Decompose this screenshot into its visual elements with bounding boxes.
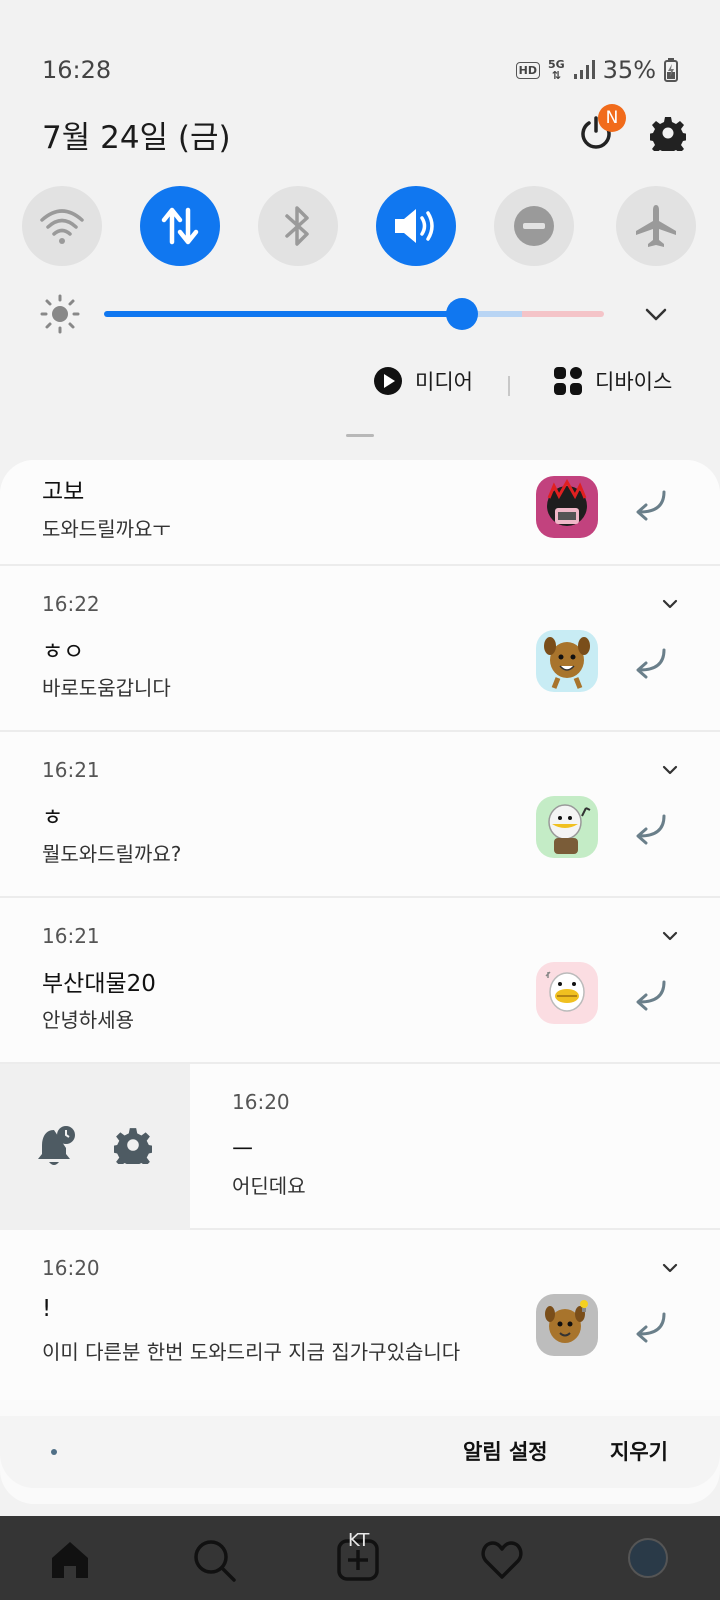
media-label: 미디어 bbox=[415, 370, 473, 394]
devices-button[interactable]: 디바이스 bbox=[553, 366, 672, 396]
notification-body: 도와드릴까요ㅜ bbox=[42, 517, 171, 541]
clear-all-button[interactable]: 지우기 bbox=[610, 1436, 668, 1466]
brightness-slider[interactable] bbox=[38, 292, 682, 336]
avatar bbox=[536, 1294, 598, 1356]
notification-body: 안녕하세용 bbox=[42, 1008, 134, 1032]
wifi-toggle[interactable] bbox=[22, 186, 102, 266]
expand-chevron-icon[interactable] bbox=[660, 1258, 680, 1278]
expand-chevron-icon[interactable] bbox=[660, 594, 680, 614]
search-icon[interactable] bbox=[192, 1538, 236, 1582]
notification-item[interactable]: 고보 도와드릴까요ㅜ bbox=[0, 460, 720, 566]
notification-time: 16:22 bbox=[42, 592, 100, 616]
mobile-data-toggle[interactable] bbox=[140, 186, 220, 266]
notification-body: 이미 다른분 한번 도와드리구 지금 집가구있습니다 bbox=[42, 1340, 461, 1364]
notification-body: 어딘데요 bbox=[232, 1174, 306, 1198]
brightness-track-filled bbox=[104, 311, 462, 317]
notification-actions-bar: 알림 설정 지우기 bbox=[0, 1416, 720, 1488]
notification-title: ㅎㅇ bbox=[42, 639, 85, 665]
brightness-track-high bbox=[522, 311, 604, 317]
battery-percent: 35% bbox=[602, 56, 656, 84]
notification-item[interactable]: 16:20 ! 이미 다른분 한번 도와드리구 지금 집가구있습니다 bbox=[0, 1230, 720, 1400]
hd-voice-icon: HD bbox=[515, 61, 540, 79]
notification-title: ! bbox=[42, 1296, 52, 1322]
notification-title: 부산대물20 bbox=[42, 971, 156, 997]
notification-item[interactable]: 16:21 부산대물20 안녕하세용 bbox=[0, 898, 720, 1064]
do-not-disturb-icon bbox=[514, 206, 554, 246]
expand-chevron-icon[interactable] bbox=[660, 760, 680, 780]
devices-grid-icon bbox=[554, 367, 582, 395]
heart-icon[interactable] bbox=[480, 1538, 524, 1582]
notification-time: 16:20 bbox=[42, 1256, 100, 1280]
wifi-icon bbox=[40, 209, 84, 244]
media-button[interactable]: 미디어 bbox=[373, 366, 473, 396]
settings-gear-icon[interactable] bbox=[650, 115, 686, 151]
status-time: 16:28 bbox=[42, 56, 112, 84]
devices-label: 디바이스 bbox=[595, 370, 673, 394]
profile-avatar[interactable] bbox=[628, 1538, 668, 1578]
divider bbox=[508, 376, 510, 396]
notification-title: 고보 bbox=[42, 479, 85, 505]
play-icon bbox=[374, 367, 402, 395]
bluetooth-icon bbox=[285, 206, 309, 246]
notification-item[interactable]: 16:20 ㅡ 어딘데요 bbox=[190, 1064, 720, 1230]
status-bar: 16:28 HD 5G ⇅ 35% bbox=[0, 50, 720, 90]
sound-toggle[interactable] bbox=[376, 186, 456, 266]
notification-body: 뭘도와드릴까요? bbox=[42, 842, 182, 866]
notification-swipe-actions bbox=[0, 1064, 190, 1230]
notification-settings-gear-icon[interactable] bbox=[114, 1126, 152, 1164]
brightness-sun-icon bbox=[40, 294, 80, 334]
home-icon[interactable] bbox=[48, 1538, 92, 1582]
notification-time: 16:20 bbox=[232, 1090, 290, 1114]
avatar bbox=[536, 796, 598, 858]
do-not-disturb-toggle[interactable] bbox=[494, 186, 574, 266]
notification-body: 바로도움갑니다 bbox=[42, 676, 171, 700]
snooze-bell-icon[interactable] bbox=[36, 1124, 76, 1168]
reply-icon[interactable] bbox=[630, 810, 670, 850]
avatar bbox=[536, 962, 598, 1024]
mobile-data-icon bbox=[161, 207, 199, 245]
date-label: 7월 24일 (금) bbox=[42, 120, 231, 156]
notification-time: 16:21 bbox=[42, 924, 100, 948]
new-badge: N bbox=[598, 104, 626, 132]
sound-icon bbox=[395, 209, 434, 243]
notification-settings-button[interactable]: 알림 설정 bbox=[463, 1436, 548, 1466]
notification-time: 16:21 bbox=[42, 758, 100, 782]
notification-item[interactable]: 16:21 ㅎ 뭘도와드릴까요? bbox=[0, 732, 720, 898]
status-icons: HD 5G ⇅ 35% bbox=[515, 56, 678, 84]
app-bottom-nav bbox=[0, 1516, 720, 1600]
reply-icon[interactable] bbox=[630, 486, 670, 526]
carrier-label: KT bbox=[348, 1530, 370, 1551]
battery-charging-icon bbox=[664, 58, 678, 82]
notification-panel: 고보 도와드릴까요ㅜ 16:22 ㅎㅇ 바로도움갑니다 16:21 ㅎ 뭘도와드… bbox=[0, 460, 720, 1504]
airplane-mode-icon bbox=[636, 205, 676, 247]
reply-icon[interactable] bbox=[630, 1308, 670, 1348]
chevron-down-icon[interactable] bbox=[644, 302, 668, 326]
notification-item[interactable]: 16:22 ㅎㅇ 바로도움갑니다 bbox=[0, 566, 720, 732]
network-5g-icon: 5G ⇅ bbox=[547, 58, 565, 82]
quick-settings-row bbox=[0, 186, 720, 268]
expand-chevron-icon[interactable] bbox=[660, 926, 680, 946]
signal-icon bbox=[573, 60, 595, 79]
panel-handle[interactable] bbox=[346, 434, 374, 437]
page-indicator-dot bbox=[51, 1449, 57, 1455]
reply-icon[interactable] bbox=[630, 644, 670, 684]
notification-title: ㅡ bbox=[232, 1137, 254, 1163]
brightness-knob[interactable] bbox=[446, 298, 478, 330]
reply-icon[interactable] bbox=[630, 976, 670, 1016]
avatar bbox=[536, 630, 598, 692]
avatar bbox=[536, 476, 598, 538]
media-devices-row: 미디어 디바이스 bbox=[0, 366, 720, 406]
bluetooth-toggle[interactable] bbox=[258, 186, 338, 266]
airplane-mode-toggle[interactable] bbox=[616, 186, 696, 266]
notification-title: ㅎ bbox=[42, 805, 64, 831]
